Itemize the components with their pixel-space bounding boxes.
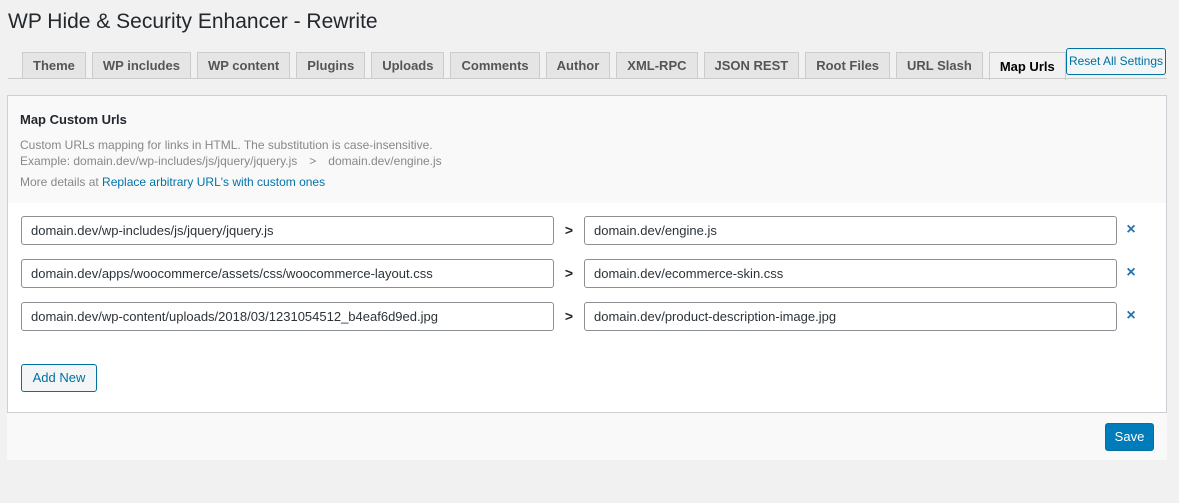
source-url-input[interactable]: domain.dev/apps/woocommerce/assets/css/w… bbox=[21, 259, 554, 288]
mapping-row: domain.dev/apps/woocommerce/assets/css/w… bbox=[21, 259, 1151, 302]
tab-xml-rpc[interactable]: XML-RPC bbox=[616, 52, 698, 78]
add-new-button[interactable]: Add New bbox=[21, 364, 97, 392]
tab-theme[interactable]: Theme bbox=[22, 52, 86, 78]
example-line: Example: domain.dev/wp-includes/js/jquer… bbox=[20, 153, 1154, 169]
example-arrow-icon: > bbox=[309, 154, 317, 168]
page-title: WP Hide & Security Enhancer - Rewrite bbox=[8, 10, 378, 33]
target-url-input[interactable]: domain.dev/engine.js bbox=[584, 216, 1117, 245]
more-details: More details at Replace arbitrary URL's … bbox=[20, 174, 1154, 190]
tab-plugins[interactable]: Plugins bbox=[296, 52, 366, 78]
more-details-link[interactable]: Replace arbitrary URL's with custom ones bbox=[102, 175, 325, 189]
section-description: Custom URLs mapping for links in HTML. T… bbox=[20, 138, 433, 152]
mapping-row: domain.dev/wp-includes/js/jquery/jquery.… bbox=[21, 216, 1151, 259]
source-url-input[interactable]: domain.dev/wp-includes/js/jquery/jquery.… bbox=[21, 216, 554, 245]
tab-json-rest[interactable]: JSON REST bbox=[703, 52, 800, 78]
close-icon[interactable]: × bbox=[1123, 265, 1139, 281]
map-urls-panel: Map Custom Urls Custom URLs mapping for … bbox=[7, 95, 1167, 413]
tab-root-files[interactable]: Root Files bbox=[805, 52, 891, 78]
settings-tabs: Theme WP includes WP content Plugins Upl… bbox=[22, 52, 1066, 80]
tab-wp-content[interactable]: WP content bbox=[196, 52, 291, 78]
panel-footer bbox=[7, 413, 1167, 460]
chevron-right-icon: > bbox=[564, 265, 574, 281]
mapping-rows: domain.dev/wp-includes/js/jquery/jquery.… bbox=[21, 216, 1151, 345]
tab-comments[interactable]: Comments bbox=[450, 52, 540, 78]
target-url-input[interactable]: domain.dev/ecommerce-skin.css bbox=[584, 259, 1117, 288]
example-prefix: Example: domain.dev/wp-includes/js/jquer… bbox=[20, 154, 298, 168]
example-target: domain.dev/engine.js bbox=[328, 154, 442, 168]
tab-uploads[interactable]: Uploads bbox=[371, 52, 445, 78]
chevron-right-icon: > bbox=[564, 222, 574, 238]
tab-url-slash[interactable]: URL Slash bbox=[896, 52, 983, 78]
close-icon[interactable]: × bbox=[1123, 308, 1139, 324]
tab-map-urls[interactable]: Map Urls bbox=[988, 52, 1066, 80]
reset-all-settings-button[interactable]: Reset All Settings bbox=[1066, 48, 1166, 75]
source-url-input[interactable]: domain.dev/wp-content/uploads/2018/03/12… bbox=[21, 302, 554, 331]
mapping-row: domain.dev/wp-content/uploads/2018/03/12… bbox=[21, 302, 1151, 345]
more-details-prefix: More details at bbox=[20, 175, 99, 189]
close-icon[interactable]: × bbox=[1123, 222, 1139, 238]
save-button[interactable]: Save bbox=[1105, 423, 1154, 451]
panel-header: Map Custom Urls Custom URLs mapping for … bbox=[8, 96, 1166, 203]
target-url-input[interactable]: domain.dev/product-description-image.jpg bbox=[584, 302, 1117, 331]
tab-author[interactable]: Author bbox=[545, 52, 611, 78]
section-title: Map Custom Urls bbox=[20, 112, 127, 127]
chevron-right-icon: > bbox=[564, 308, 574, 324]
tab-wp-includes[interactable]: WP includes bbox=[91, 52, 191, 78]
tabs-divider bbox=[8, 78, 1167, 79]
